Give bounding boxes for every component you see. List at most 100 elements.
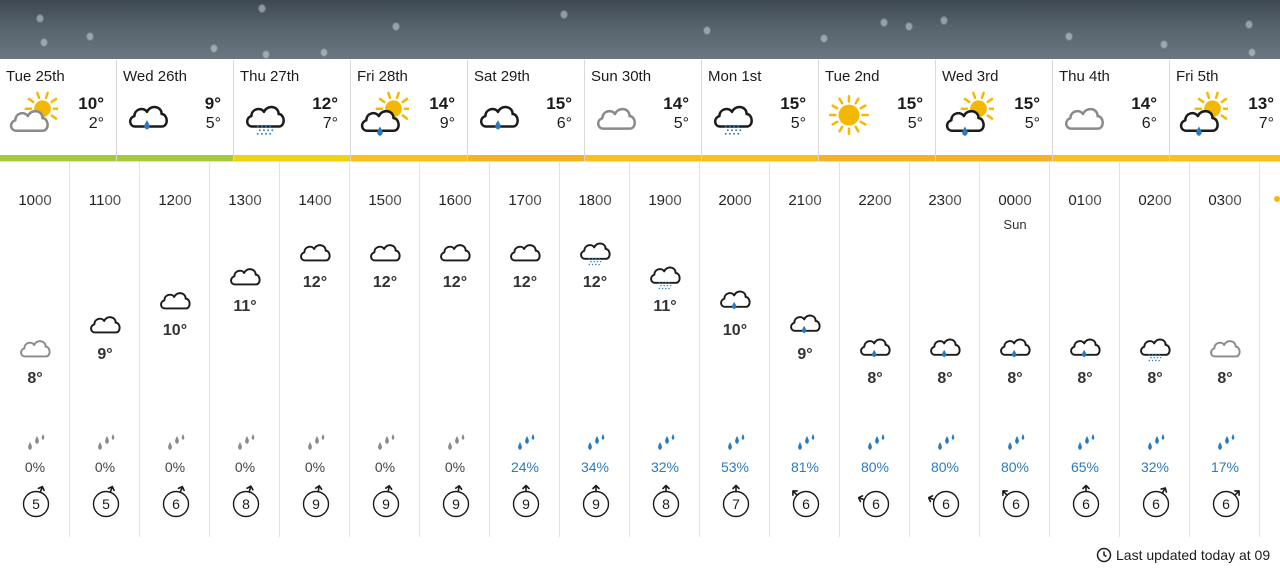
wind-speed: 8: [662, 496, 670, 512]
day-weather: [1174, 91, 1231, 137]
hour-weather: [717, 279, 753, 315]
day-name: Tue 25th: [6, 68, 65, 85]
raindrop-decoration: [258, 4, 266, 13]
day-weekday: Fri: [1176, 68, 1194, 85]
hour-weather: [577, 231, 613, 267]
day-tab[interactable]: Fri 5th 13° 7°: [1170, 60, 1280, 161]
day-tab[interactable]: Mon 1st 15° 5°: [702, 60, 819, 161]
hour-column[interactable]: 2000 10° 53% 7: [700, 162, 770, 537]
raindrop-decoration: [1065, 32, 1073, 41]
raindrops-icon: [28, 434, 45, 450]
raindrop-decoration: [560, 10, 568, 19]
hour-mm: 00: [1085, 192, 1102, 209]
day-low-temp: 5°: [907, 115, 923, 132]
hour-hh: 03: [1208, 192, 1225, 209]
raindrop-decoration: [1248, 48, 1256, 57]
hour-column[interactable]: 2200 8° 80% 6: [840, 162, 910, 537]
day-date: 29th: [500, 68, 530, 85]
rain-drops-icon: [374, 434, 396, 454]
hour-column[interactable]: 1000 8° 0% 5: [0, 162, 70, 537]
day-date: 1st: [741, 68, 762, 85]
hour-column[interactable]: 2300 8° 80% 6: [910, 162, 980, 537]
raindrops-icon: [238, 434, 255, 450]
grey-cloud-icon: [1064, 107, 1104, 130]
wind-speed: 5: [102, 496, 110, 512]
day-name: Wed 26th: [123, 68, 187, 85]
hour-temp: 12°: [582, 274, 608, 291]
hour-column[interactable]: 1800 12° 34% 9: [560, 162, 630, 537]
day-weekday: Wed: [123, 68, 154, 85]
day-tab[interactable]: Fri 28th 14° 9°: [351, 60, 468, 161]
hour-hh: 14: [298, 192, 315, 209]
day-low-temp: 7°: [1258, 115, 1274, 132]
day-low-temp: 5°: [790, 115, 806, 132]
day-date: 27th: [270, 68, 300, 85]
day-tab[interactable]: Tue 25th 10° 2°: [0, 60, 117, 161]
rain-chance: 0%: [164, 459, 186, 475]
day-tab[interactable]: Sun 30th 14° 5°: [585, 60, 702, 161]
day-temperature-band: [0, 155, 116, 161]
hour-hh: 17: [508, 192, 525, 209]
raindrops-icon: [168, 434, 185, 450]
rain-drops-icon: [1144, 434, 1166, 454]
raindrop-decoration: [320, 48, 328, 57]
day-weekday: Sun: [591, 68, 618, 85]
day-temperature-band: [351, 155, 467, 161]
rain-chance: 0%: [234, 459, 256, 475]
day-weekday: Mon: [708, 68, 738, 85]
sun-rain-cloud-icon: [1179, 91, 1231, 136]
cloud-icon: [230, 268, 261, 286]
day-weekday: Tue: [825, 68, 851, 85]
hour-column[interactable]: 1600 12° 0% 9: [420, 162, 490, 537]
day-high-temp: 9°: [204, 94, 221, 113]
day-date: 30th: [621, 68, 652, 85]
hour-hh: 20: [718, 192, 735, 209]
day-high-temp: 15°: [1014, 94, 1040, 113]
hour-hh: 16: [438, 192, 455, 209]
hour-column[interactable]: 1300 11° 0% 8: [210, 162, 280, 537]
day-name: Wed 3rd: [942, 68, 998, 85]
day-tab[interactable]: Sat 29th 15° 6°: [468, 60, 585, 161]
hour-column[interactable]: 0300 8° 17% 6: [1190, 162, 1260, 537]
day-date: 4th: [1089, 68, 1110, 85]
hour-weather: [647, 255, 683, 291]
hour-mm: 00: [1225, 192, 1242, 209]
wind-indicator: 8: [648, 484, 684, 520]
wind-indicator: 6: [158, 484, 194, 520]
day-high-temp: 15°: [546, 94, 572, 113]
raindrop-decoration: [262, 50, 270, 59]
cloud-icon: [300, 244, 331, 262]
day-tab[interactable]: Wed 26th 9° 5°: [117, 60, 234, 161]
raindrops-icon: [308, 434, 325, 450]
hour-column-partial: [1262, 162, 1280, 537]
hour-column[interactable]: 1400 12° 0% 9: [280, 162, 350, 537]
hour-column[interactable]: 1900 11° 32% 8: [630, 162, 700, 537]
hour-column[interactable]: 1200 10° 0% 6: [140, 162, 210, 537]
wind-speed: 6: [1012, 496, 1020, 512]
rain-drops-icon: [794, 434, 816, 454]
hour-column[interactable]: 0100 8° 65% 6: [1050, 162, 1120, 537]
drizzle-cloud-icon: [713, 105, 753, 135]
wind-indicator: 6: [1138, 484, 1174, 520]
day-tab[interactable]: Thu 27th 12° 7°: [234, 60, 351, 161]
hour-time: 1300: [210, 192, 280, 209]
rain-chance: 80%: [930, 459, 960, 475]
day-tab[interactable]: Wed 3rd 15° 5°: [936, 60, 1053, 161]
hour-temp: 9°: [797, 346, 813, 363]
sun-rain-cloud-icon: [360, 91, 412, 136]
day-high-temp: 15°: [897, 94, 923, 113]
hour-day-label: Sun: [1003, 217, 1027, 232]
rain-drops-icon: [94, 434, 116, 454]
raindrop-decoration: [905, 22, 913, 31]
hour-column[interactable]: 0000 Sun 8° 80% 6: [980, 162, 1050, 537]
hour-column[interactable]: 0200 8° 32% 6: [1120, 162, 1190, 537]
raindrops-icon: [1148, 434, 1165, 450]
day-tab[interactable]: Thu 4th 14° 6°: [1053, 60, 1170, 161]
hour-column[interactable]: 2100 9° 81% 6: [770, 162, 840, 537]
day-tab[interactable]: Tue 2nd 15° 5°: [819, 60, 936, 161]
hour-column[interactable]: 1500 12° 0% 9: [350, 162, 420, 537]
hour-column[interactable]: 1100 9° 0% 5: [70, 162, 140, 537]
wind-indicator: 9: [438, 484, 474, 520]
rain-chance: 0%: [24, 459, 46, 475]
hour-column[interactable]: 1700 12° 24% 9: [490, 162, 560, 537]
